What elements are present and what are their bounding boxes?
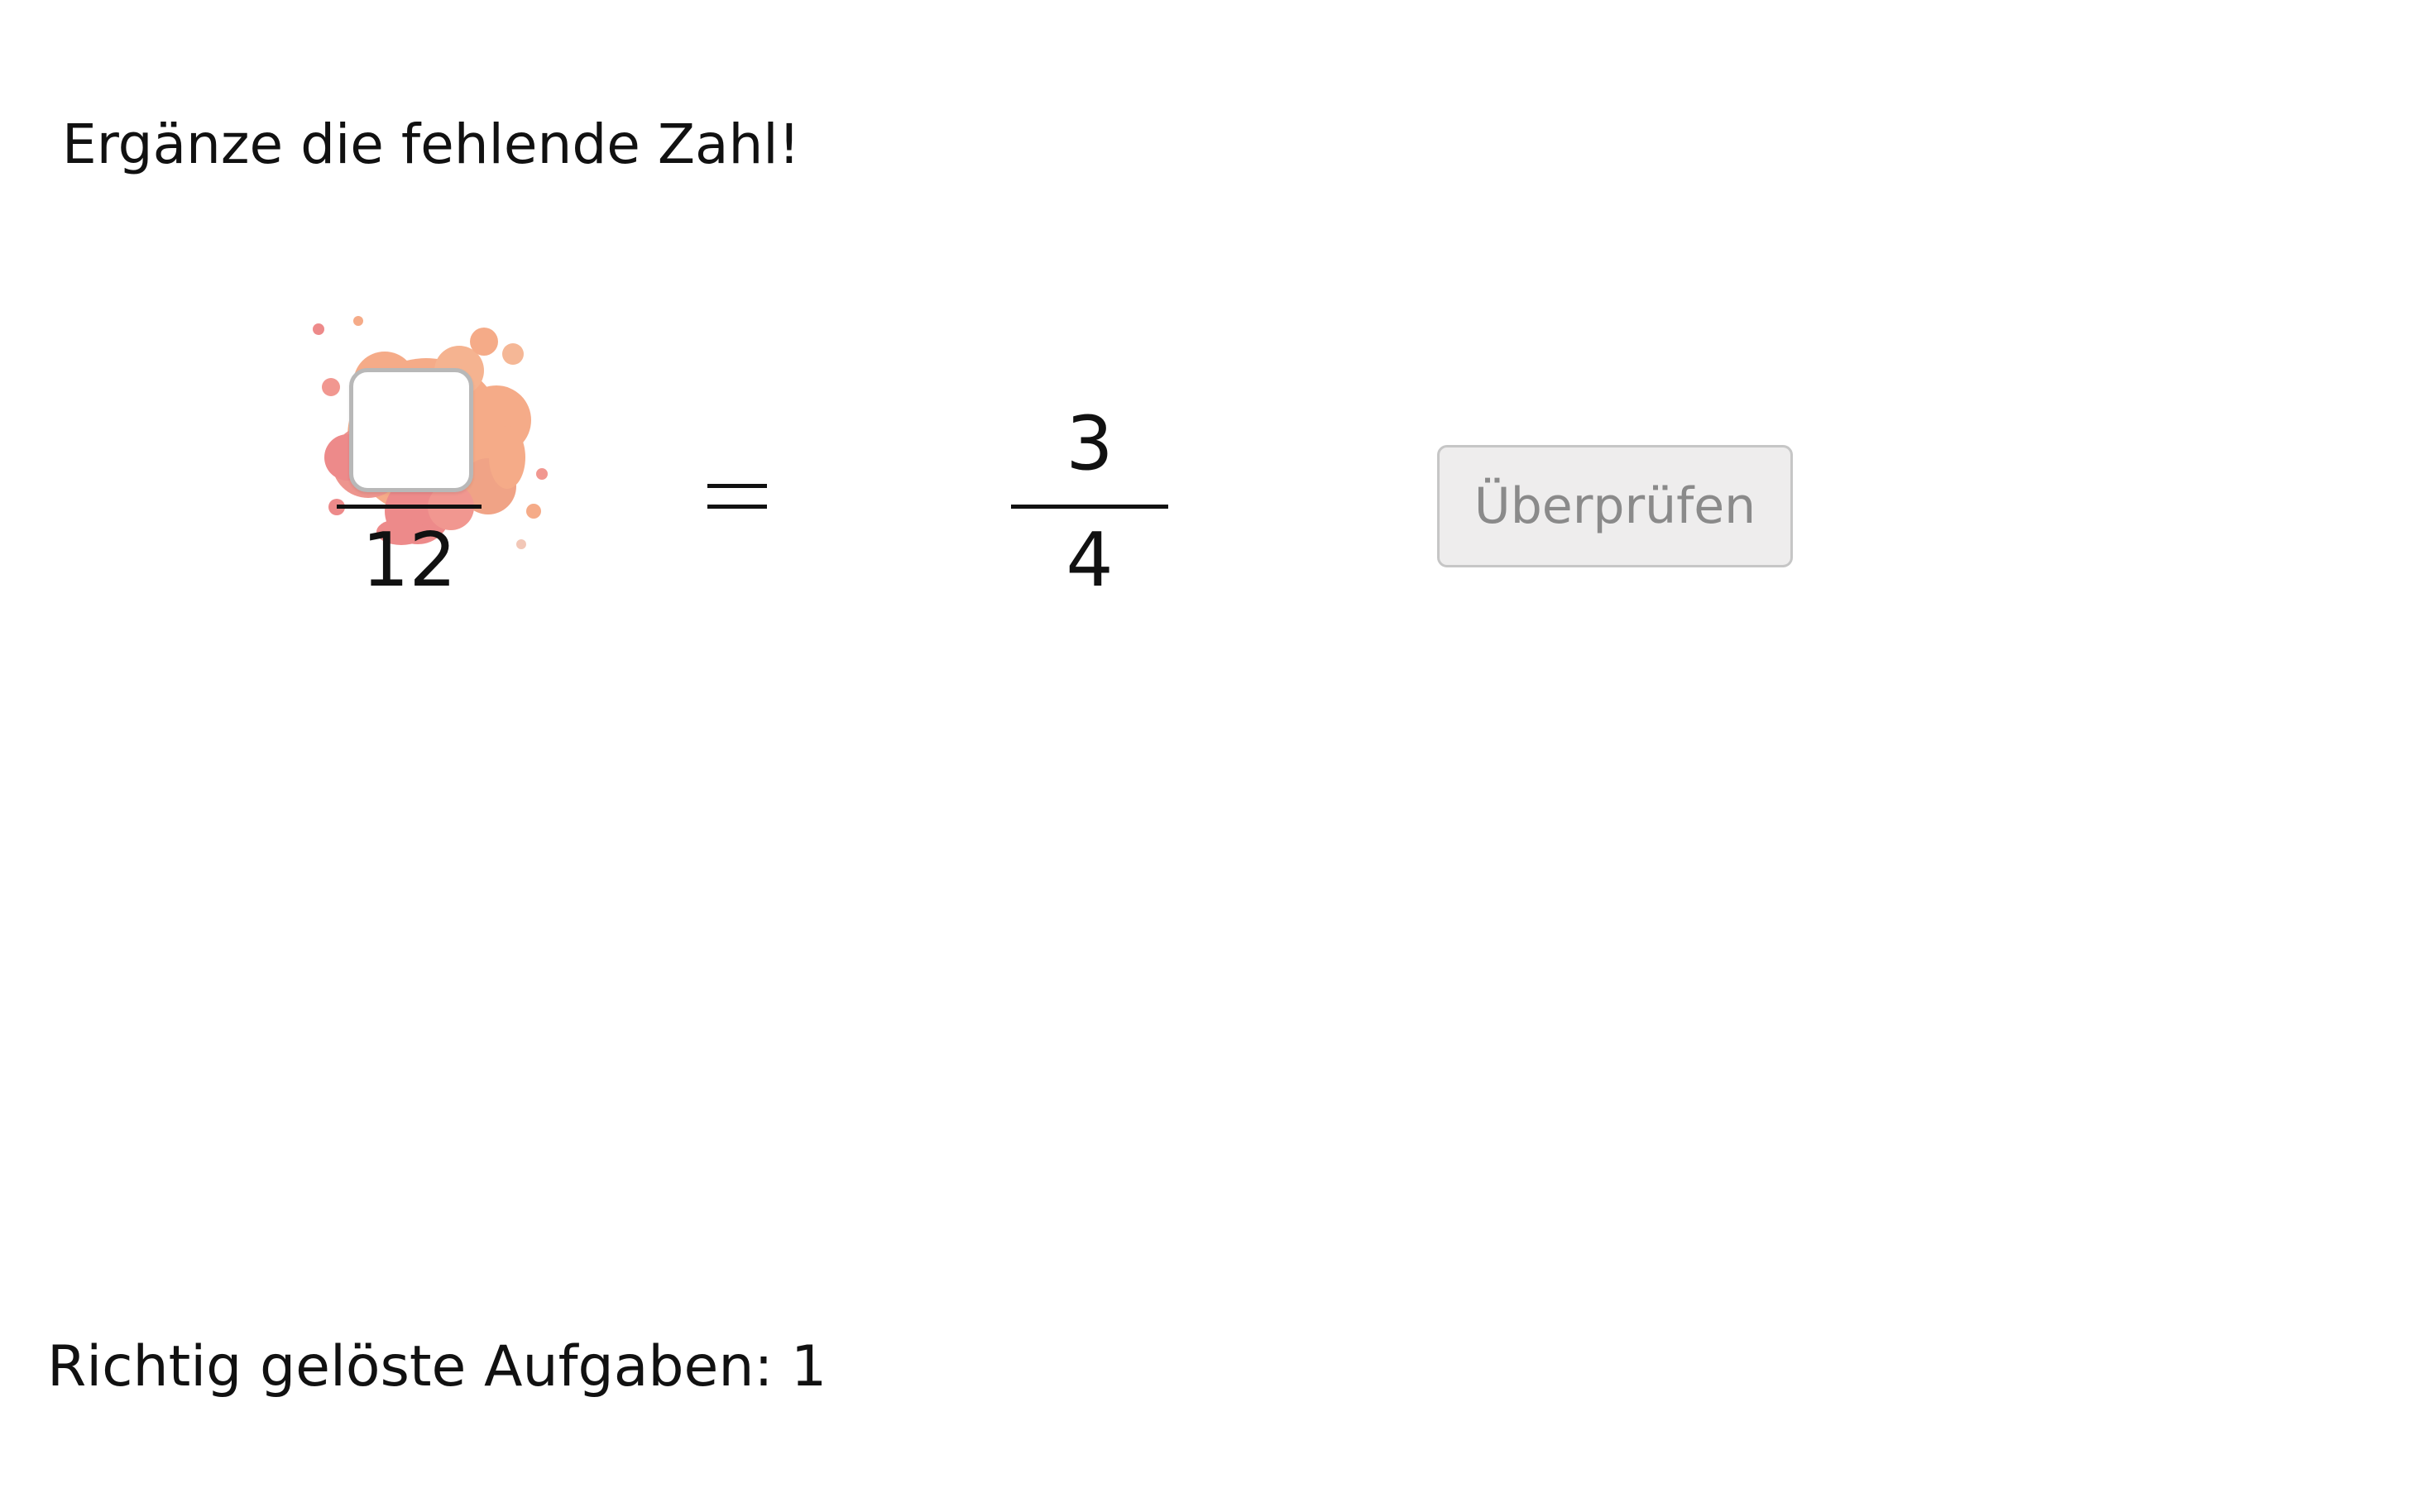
solved-count-status: Richtig gelöste Aufgaben: 1 xyxy=(47,1334,827,1400)
right-fraction-bar xyxy=(1011,505,1168,509)
check-button[interactable]: Überprüfen xyxy=(1437,445,1793,567)
right-numerator: 3 xyxy=(1066,400,1114,487)
right-denominator: 4 xyxy=(1066,517,1114,604)
equals-sign-icon xyxy=(707,484,767,525)
left-denominator: 12 xyxy=(362,517,457,604)
numerator-answer-input[interactable] xyxy=(349,368,473,492)
left-fraction-bar xyxy=(337,505,482,509)
task-prompt: Ergänze die fehlende Zahl! xyxy=(62,112,801,176)
